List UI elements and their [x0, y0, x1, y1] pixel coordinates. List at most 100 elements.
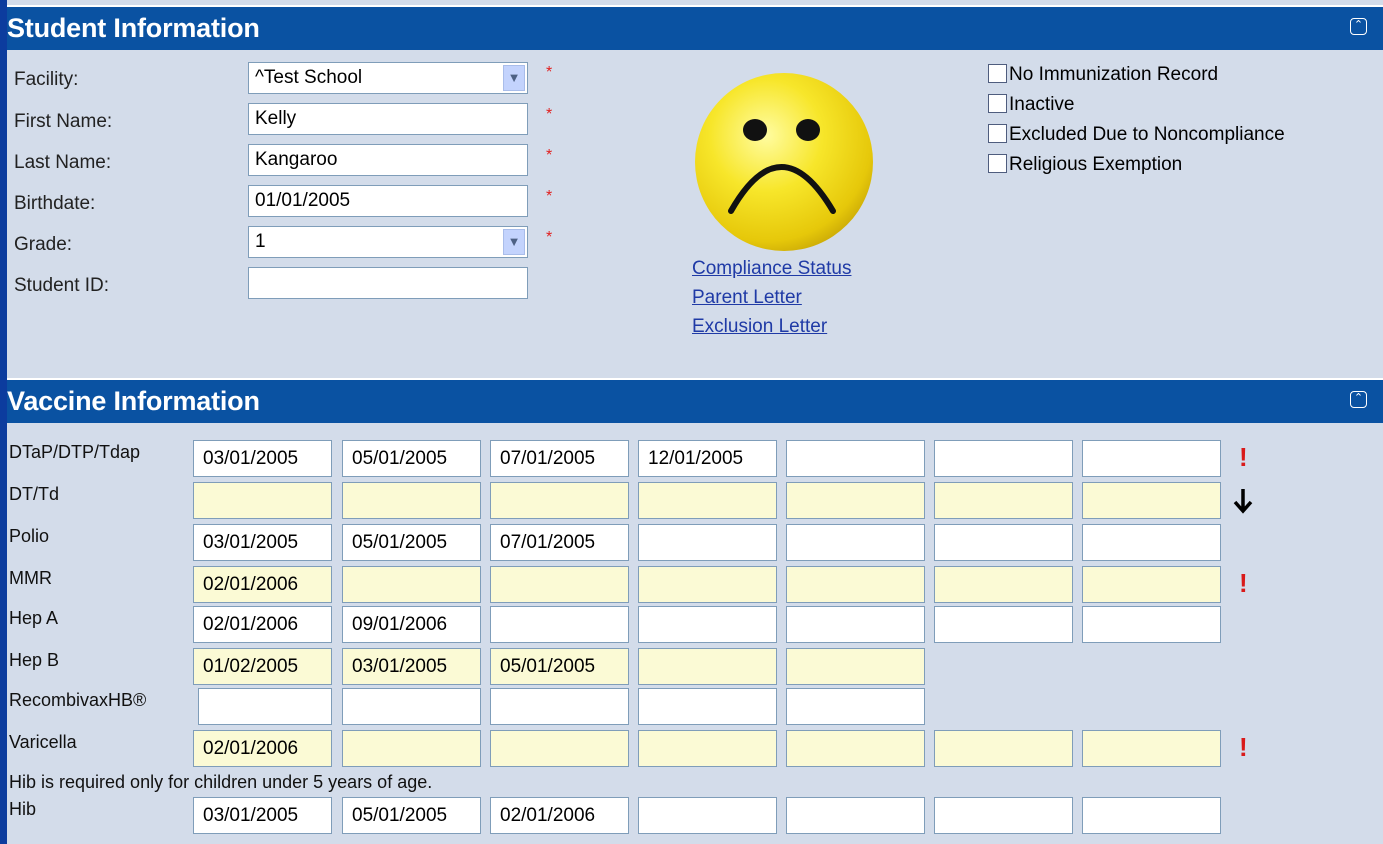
vaccine-dose-input[interactable]: 12/01/2005: [638, 440, 777, 477]
vaccine-dose-input[interactable]: [193, 482, 332, 519]
vaccine-dose-input[interactable]: 01/02/2005: [193, 648, 332, 685]
birthdate-input[interactable]: 01/01/2005: [248, 185, 528, 217]
vaccine-dose-input[interactable]: [786, 482, 925, 519]
compliance-status-link[interactable]: Compliance Status: [692, 258, 851, 280]
vaccine-dose-input[interactable]: [342, 730, 481, 767]
chevron-down-icon[interactable]: ▼: [503, 65, 525, 91]
vaccine-dose-input[interactable]: [786, 606, 925, 643]
checkbox-label: No Immunization Record: [1009, 64, 1219, 85]
vaccine-dose-input[interactable]: 05/01/2005: [490, 648, 629, 685]
vaccine-dose-input[interactable]: [934, 482, 1073, 519]
vaccine-dose-input[interactable]: [1082, 524, 1221, 561]
vaccine-dose-input[interactable]: [342, 482, 481, 519]
vaccine-dose-input[interactable]: [342, 566, 481, 603]
vaccine-dose-input[interactable]: 09/01/2006: [342, 606, 481, 643]
vaccine-dose-input[interactable]: [342, 688, 481, 725]
vaccine-dose-input[interactable]: [490, 730, 629, 767]
vaccine-dose-input[interactable]: [490, 482, 629, 519]
vaccine-dose-input[interactable]: 02/01/2006: [193, 566, 332, 603]
vaccine-dose-input[interactable]: [1082, 730, 1221, 767]
vaccine-dose-input[interactable]: [1082, 440, 1221, 477]
required-mark: *: [546, 64, 553, 81]
vaccine-dose-input[interactable]: [638, 648, 777, 685]
vaccine-dose-input[interactable]: [638, 482, 777, 519]
vaccine-dose-input[interactable]: [638, 606, 777, 643]
sad-face-icon: [695, 73, 873, 251]
excluded-noncompliance-checkbox[interactable]: Excluded Due to Noncompliance: [988, 124, 1285, 146]
vaccine-dose-input[interactable]: 02/01/2006: [193, 606, 332, 643]
vaccine-dose-input[interactable]: 03/01/2005: [193, 797, 332, 834]
vaccine-dose-input[interactable]: 05/01/2005: [342, 797, 481, 834]
vaccine-row-label: Hep A: [9, 608, 59, 628]
exclusion-letter-link[interactable]: Exclusion Letter: [692, 316, 827, 338]
alert-icon: !: [1239, 568, 1248, 598]
religious-exemption-checkbox[interactable]: Religious Exemption: [988, 154, 1182, 176]
no-immunization-record-checkbox[interactable]: No Immunization Record: [988, 64, 1218, 86]
vaccine-dose-input[interactable]: [198, 688, 332, 725]
grade-label: Grade:: [14, 234, 73, 255]
vaccine-dose-input[interactable]: 07/01/2005: [490, 524, 629, 561]
vaccine-dose-input[interactable]: [934, 730, 1073, 767]
vaccine-dose-input[interactable]: 05/01/2005: [342, 524, 481, 561]
last-name-input[interactable]: Kangaroo: [248, 144, 528, 176]
vaccine-dose-input[interactable]: [786, 524, 925, 561]
vaccine-dose-input[interactable]: [786, 566, 925, 603]
vaccine-dose-input[interactable]: [1082, 606, 1221, 643]
vaccine-dose-input[interactable]: [786, 648, 925, 685]
alert-icon: !: [1239, 442, 1248, 472]
checkbox-box[interactable]: [988, 154, 1007, 173]
vaccine-dose-input[interactable]: 03/01/2005: [193, 440, 332, 477]
vaccine-dose-input[interactable]: [1082, 566, 1221, 603]
vaccine-dose-input[interactable]: [934, 606, 1073, 643]
left-edge-bar: [0, 0, 7, 844]
vaccine-dose-input[interactable]: [786, 797, 925, 834]
vaccine-row-label: Hep B: [9, 650, 60, 670]
facility-select-value: ^Test School: [255, 67, 363, 88]
checkbox-box[interactable]: [988, 64, 1007, 83]
first-name-input[interactable]: Kelly: [248, 103, 528, 135]
birthdate-label: Birthdate:: [14, 193, 96, 214]
checkbox-label: Religious Exemption: [1009, 154, 1183, 175]
vaccine-dose-input[interactable]: [786, 730, 925, 767]
vaccine-dose-input[interactable]: [934, 566, 1073, 603]
checkbox-box[interactable]: [988, 124, 1007, 143]
vaccine-dose-input[interactable]: [638, 688, 777, 725]
vaccine-row-label: Hib: [9, 799, 37, 819]
vaccine-dose-input[interactable]: [786, 440, 925, 477]
inactive-checkbox[interactable]: Inactive: [988, 94, 1074, 116]
vaccine-dose-input[interactable]: [638, 797, 777, 834]
vaccine-row-label: Polio: [9, 526, 50, 546]
facility-label: Facility:: [14, 69, 79, 90]
facility-select[interactable]: ^Test School ▼: [248, 62, 528, 94]
vaccine-dose-input[interactable]: [490, 566, 629, 603]
hib-note: Hib is required only for children under …: [9, 772, 433, 792]
vaccine-dose-input[interactable]: 02/01/2006: [490, 797, 629, 834]
vaccine-dose-input[interactable]: [1082, 797, 1221, 834]
vaccine-dose-input[interactable]: [934, 797, 1073, 834]
student-id-input[interactable]: [248, 267, 528, 299]
parent-letter-link[interactable]: Parent Letter: [692, 287, 802, 309]
vaccine-dose-input[interactable]: [638, 524, 777, 561]
double-chevron-up-icon[interactable]: ⌃: [1350, 18, 1367, 35]
vaccine-dose-input[interactable]: 07/01/2005: [490, 440, 629, 477]
alert-icon: !: [1239, 732, 1248, 762]
double-chevron-up-icon[interactable]: ⌃: [1350, 391, 1367, 408]
checkbox-label: Excluded Due to Noncompliance: [1009, 124, 1285, 145]
vaccine-dose-input[interactable]: [490, 606, 629, 643]
vaccine-dose-input[interactable]: 05/01/2005: [342, 440, 481, 477]
checkbox-box[interactable]: [988, 94, 1007, 113]
vaccine-dose-input[interactable]: 03/01/2005: [342, 648, 481, 685]
vaccine-dose-input[interactable]: [1082, 482, 1221, 519]
vaccine-dose-input[interactable]: [934, 440, 1073, 477]
vaccine-dose-input[interactable]: 03/01/2005: [193, 524, 332, 561]
vaccine-dose-input[interactable]: [638, 730, 777, 767]
vaccine-dose-input[interactable]: [490, 688, 629, 725]
vaccine-dose-input[interactable]: 02/01/2006: [193, 730, 332, 767]
vaccine-dose-input[interactable]: [934, 524, 1073, 561]
required-mark: *: [546, 147, 553, 164]
last-name-label: Last Name:: [14, 152, 112, 173]
grade-select[interactable]: 1 ▼: [248, 226, 528, 258]
vaccine-dose-input[interactable]: [638, 566, 777, 603]
vaccine-dose-input[interactable]: [786, 688, 925, 725]
chevron-down-icon[interactable]: ▼: [503, 229, 525, 255]
